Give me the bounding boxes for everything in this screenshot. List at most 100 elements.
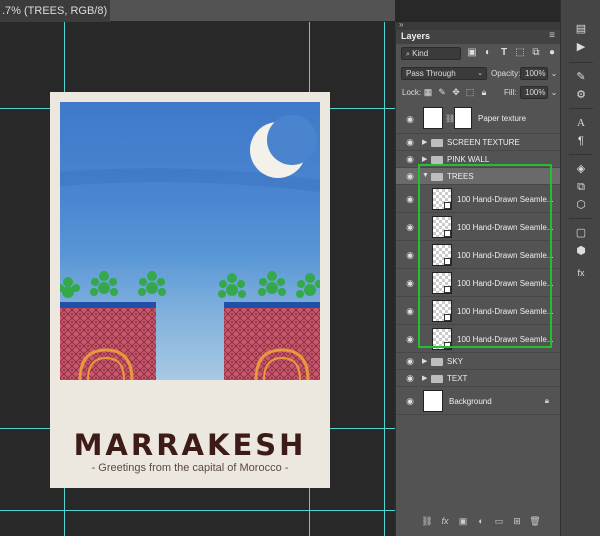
poster-title: MARRAKESH <box>73 428 307 462</box>
play-icon[interactable]: ▶ <box>573 40 589 54</box>
brush-icon[interactable]: ✎ <box>573 70 589 84</box>
chevron-down-icon[interactable]: ▼ <box>422 172 429 179</box>
guide-line[interactable] <box>0 510 395 511</box>
layer-mask-thumbnail[interactable] <box>454 107 472 129</box>
right-tool-strip: ▤ ▶ ✎ ⚙ A ¶ ◈ ⧉ ⬡ ▢ ⬢ fx <box>560 0 600 536</box>
smart-object-icon <box>444 286 451 293</box>
layers-list: ◉ ⛓ Paper texture ◉ ▶ SCREEN TEXTURE ◉ ▶… <box>396 104 561 424</box>
chevron-right-icon[interactable]: ▶ <box>422 138 427 146</box>
blend-mode-select[interactable]: Pass Through ⌄ <box>401 67 487 80</box>
layer-name: TREES <box>447 172 474 181</box>
smart-object-icon <box>444 314 451 321</box>
eye-icon[interactable]: ◉ <box>404 171 416 182</box>
guide-line[interactable] <box>384 22 385 536</box>
chevron-right-icon[interactable]: ▶ <box>422 155 427 163</box>
eye-icon[interactable]: ◉ <box>404 114 416 125</box>
layer-smart-object[interactable]: ◉ 100 Hand-Drawn Seamle... <box>396 297 561 325</box>
layer-background[interactable]: ◉ Background 🔒︎ <box>396 387 561 415</box>
history-icon[interactable]: ▤ <box>573 22 589 36</box>
folder-open-icon <box>431 173 443 181</box>
eye-icon[interactable]: ◉ <box>404 222 416 233</box>
layers-panel-icon[interactable]: ◈ <box>573 162 589 176</box>
paths-icon[interactable]: ⬡ <box>573 198 589 212</box>
poster-subtitle: - Greetings from the capital of Morocco … <box>91 462 289 474</box>
new-group-icon[interactable]: ▭ <box>492 516 506 527</box>
properties-icon[interactable]: ▢ <box>573 226 589 240</box>
adjustments-icon[interactable]: fx <box>573 266 589 280</box>
adjustment-layer-icon[interactable]: ◐ <box>474 516 488 526</box>
layer-name: 100 Hand-Drawn Seamle... <box>457 279 554 288</box>
eye-icon[interactable]: ◉ <box>404 373 416 384</box>
opacity-input[interactable]: 100% <box>520 67 548 80</box>
fill-value: 100% <box>525 88 546 97</box>
layer-smart-object[interactable]: ◉ 100 Hand-Drawn Seamle... <box>396 241 561 269</box>
eye-icon[interactable]: ◉ <box>404 334 416 345</box>
character-icon[interactable]: A <box>573 116 589 130</box>
poster-artwork: MARRAKESH - Greetings from the capital o… <box>50 92 330 488</box>
wall-left <box>60 302 156 380</box>
eye-icon[interactable]: ◉ <box>404 396 416 407</box>
3d-icon[interactable]: ⬢ <box>573 244 589 258</box>
layer-group-trees[interactable]: ◉ ▼ TREES <box>396 168 561 185</box>
lock-image-icon[interactable]: ✎ <box>436 86 448 98</box>
new-layer-icon[interactable]: ⊞ <box>510 516 524 527</box>
layer-smart-object[interactable]: ◉ 100 Hand-Drawn Seamle... <box>396 213 561 241</box>
opacity-dropdown-icon[interactable]: ⌄ <box>548 68 560 80</box>
canvas-area[interactable]: MARRAKESH - Greetings from the capital o… <box>0 22 395 536</box>
layer-smart-object[interactable]: ◉ 100 Hand-Drawn Seamle... <box>396 269 561 297</box>
channels-icon[interactable]: ⧉ <box>573 180 589 194</box>
fill-input[interactable]: 100% <box>520 86 548 99</box>
eye-icon[interactable]: ◉ <box>404 154 416 165</box>
fx-icon[interactable]: fx <box>438 516 452 526</box>
chevron-right-icon[interactable]: ▶ <box>422 374 427 382</box>
layer-filter-value: Kind <box>412 49 429 58</box>
search-icon: ⌕ <box>406 51 410 58</box>
eye-icon[interactable]: ◉ <box>404 356 416 367</box>
layer-group-text[interactable]: ◉ ▶ TEXT <box>396 370 561 387</box>
lock-position-icon[interactable]: ✥ <box>450 86 462 98</box>
eye-icon[interactable]: ◉ <box>404 278 416 289</box>
filter-toggle-icon[interactable]: ● <box>546 47 558 59</box>
layer-thumbnail <box>432 300 452 322</box>
layer-group-pink-wall[interactable]: ◉ ▶ PINK WALL <box>396 151 561 168</box>
layer-smart-object[interactable]: ◉ 100 Hand-Drawn Seamle... <box>396 185 561 213</box>
link-layers-icon[interactable]: ⛓ <box>420 516 434 527</box>
layer-name: SKY <box>447 357 464 366</box>
artboard-lock-icon[interactable]: ⬚ <box>464 86 476 98</box>
layers-panel-footer: ⛓ fx ▣ ◐ ▭ ⊞ 🗑︎ <box>396 508 561 536</box>
folder-icon <box>431 358 443 366</box>
smart-object-filter-icon[interactable]: ⧉ <box>530 47 542 59</box>
layer-thumbnail <box>423 390 443 412</box>
opacity-label: Opacity: <box>491 69 521 78</box>
folder-icon <box>431 139 443 147</box>
layer-filter-select[interactable]: ⌕ Kind <box>401 47 461 60</box>
adjustment-filter-icon[interactable]: ◐ <box>482 47 494 59</box>
type-filter-icon[interactable]: T <box>498 47 510 59</box>
hamburger-menu-icon[interactable]: ≡ <box>549 30 555 41</box>
add-mask-icon[interactable]: ▣ <box>456 516 470 527</box>
chevron-right-icon[interactable]: ▶ <box>422 357 427 365</box>
layer-group-sky[interactable]: ◉ ▶ SKY <box>396 353 561 370</box>
eye-icon[interactable]: ◉ <box>404 306 416 317</box>
shape-filter-icon[interactable]: ⬚ <box>514 47 526 59</box>
trash-icon[interactable]: 🗑︎ <box>528 516 542 527</box>
eye-icon[interactable]: ◉ <box>404 194 416 205</box>
lock-transparent-icon[interactable]: ▦ <box>422 86 434 98</box>
fill-dropdown-icon[interactable]: ⌄ <box>548 87 560 99</box>
document-tab[interactable]: .7% (TREES, RGB/8) * <box>0 0 110 22</box>
layers-panel-title[interactable]: Layers <box>401 31 430 41</box>
divider <box>569 62 593 63</box>
paragraph-icon[interactable]: ¶ <box>573 134 589 148</box>
lock-all-icon[interactable]: 🔒︎ <box>478 86 490 98</box>
pixel-filter-icon[interactable]: ▣ <box>466 47 478 59</box>
layer-paper-texture[interactable]: ◉ ⛓ Paper texture <box>396 104 561 134</box>
brush-settings-icon[interactable]: ⚙ <box>573 88 589 102</box>
eye-icon[interactable]: ◉ <box>404 137 416 148</box>
eye-icon[interactable]: ◉ <box>404 250 416 261</box>
collapse-icon[interactable]: » <box>399 20 403 29</box>
layer-group-screen-texture[interactable]: ◉ ▶ SCREEN TEXTURE <box>396 134 561 151</box>
document-tab-title: .7% (TREES, RGB/8) * <box>2 5 110 17</box>
layer-thumbnail <box>432 188 452 210</box>
panel-dock-bar: » <box>395 20 560 30</box>
layer-smart-object[interactable]: ◉ 100 Hand-Drawn Seamle... <box>396 325 561 353</box>
